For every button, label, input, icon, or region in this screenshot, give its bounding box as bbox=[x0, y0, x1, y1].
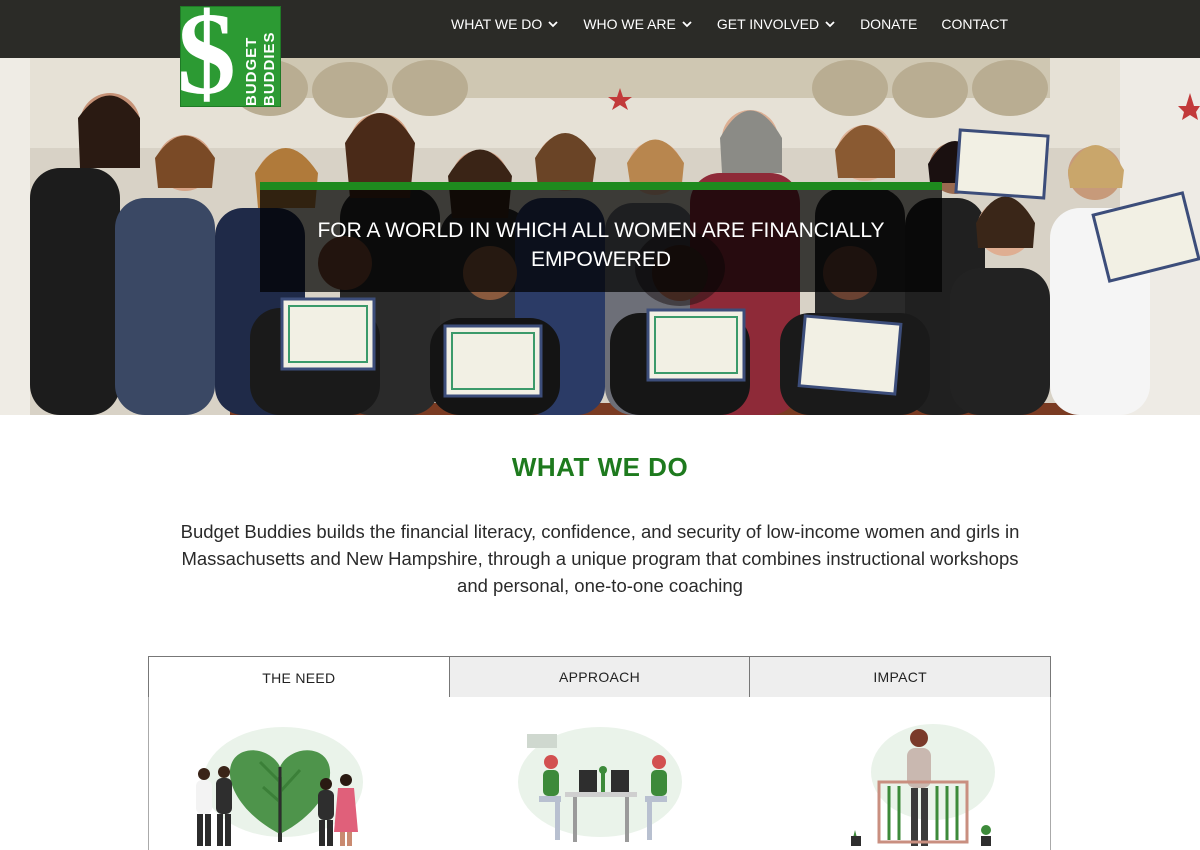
nav-label: WHAT WE DO bbox=[451, 16, 543, 32]
hero-banner: FOR A WORLD IN WHICH ALL WOMEN ARE FINAN… bbox=[0, 58, 1200, 415]
budget-buddies-logo[interactable]: $ BUDGET BUDDIES bbox=[180, 6, 281, 107]
tab-impact[interactable]: IMPACT bbox=[750, 656, 1052, 698]
nav-item-what-we-do[interactable]: WHAT WE DO bbox=[439, 0, 571, 48]
chevron-down-icon bbox=[547, 18, 559, 30]
chevron-down-icon bbox=[681, 18, 693, 30]
main-nav: WHAT WE DO WHO WE ARE GET INVOLVED DONAT… bbox=[439, 0, 1020, 48]
woman-with-crib-illustration bbox=[845, 722, 1005, 850]
nav-item-get-involved[interactable]: GET INVOLVED bbox=[705, 0, 848, 48]
nav-label: DONATE bbox=[860, 16, 918, 32]
nav-label: GET INVOLVED bbox=[716, 16, 820, 32]
tab-approach[interactable]: APPROACH bbox=[449, 656, 751, 698]
logo-text-line1: BUDGET bbox=[243, 36, 260, 106]
section-title: WHAT WE DO bbox=[511, 452, 689, 482]
coaching-desk-illustration bbox=[515, 722, 685, 850]
logo-text-line2: BUDDIES bbox=[261, 31, 278, 106]
logo-wordmark: BUDGET BUDDIES bbox=[221, 7, 279, 106]
hero-tagline-box: FOR A WORLD IN WHICH ALL WOMEN ARE FINAN… bbox=[260, 182, 942, 292]
chevron-down-icon bbox=[824, 18, 836, 30]
hero-tagline: FOR A WORLD IN WHICH ALL WOMEN ARE FINAN… bbox=[317, 219, 885, 271]
nav-item-donate[interactable]: DONATE bbox=[848, 0, 929, 48]
section-description: Budget Buddies builds the financial lite… bbox=[180, 521, 1020, 596]
women-with-tree-illustration bbox=[188, 722, 363, 850]
nav-label: WHO WE ARE bbox=[583, 16, 676, 32]
nav-label: CONTACT bbox=[941, 16, 1008, 32]
nav-item-who-we-are[interactable]: WHO WE ARE bbox=[571, 0, 705, 48]
tab-the-need[interactable]: THE NEED bbox=[148, 656, 450, 698]
nav-item-contact[interactable]: CONTACT bbox=[929, 0, 1020, 48]
tab-bar: THE NEED APPROACH IMPACT bbox=[148, 656, 1052, 698]
